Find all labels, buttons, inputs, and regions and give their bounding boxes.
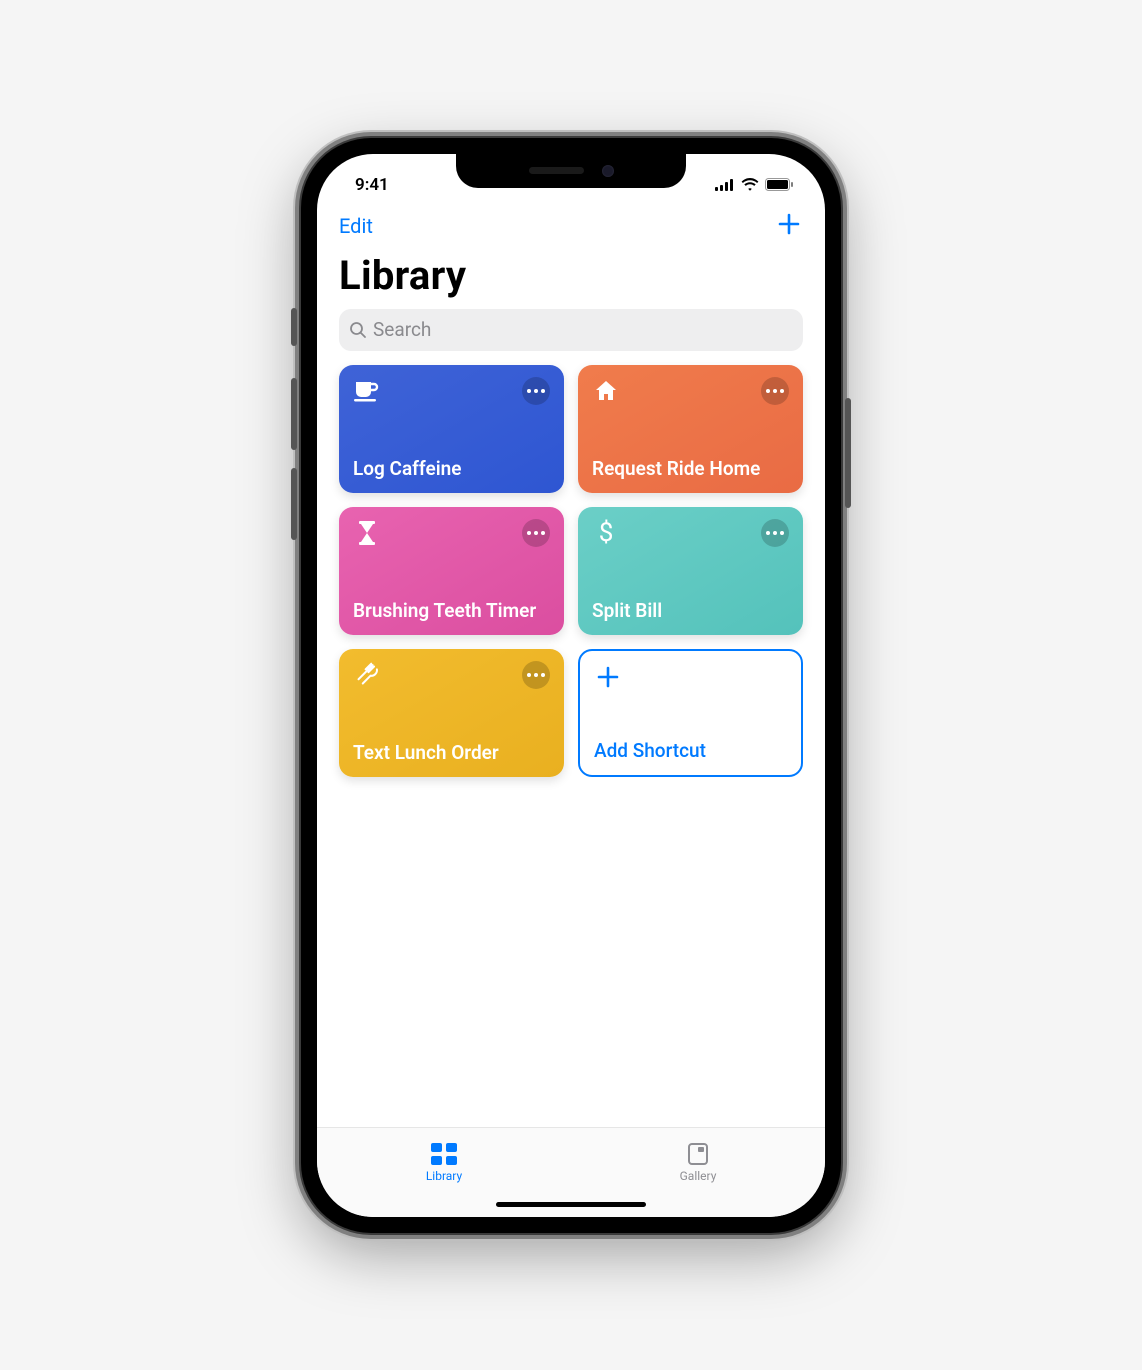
tab-gallery[interactable]: Gallery — [571, 1128, 825, 1197]
wifi-icon — [741, 178, 759, 191]
status-indicators — [715, 178, 797, 191]
volume-down-button — [291, 468, 297, 540]
mute-switch — [291, 308, 297, 346]
cup-icon — [353, 377, 381, 405]
speaker-grille — [529, 167, 584, 174]
battery-icon — [765, 178, 793, 191]
screen: 9:41 — [317, 154, 825, 1217]
power-button — [845, 398, 851, 508]
shortcut-log-caffeine[interactable]: Log Caffeine — [339, 365, 564, 493]
tab-library[interactable]: Library — [317, 1128, 571, 1197]
notch — [456, 154, 686, 188]
add-shortcut-label: Add Shortcut — [594, 740, 787, 762]
shortcut-brushing-teeth-timer[interactable]: Brushing Teeth Timer — [339, 507, 564, 635]
shortcut-more-button[interactable] — [761, 377, 789, 405]
gallery-tab-icon — [686, 1141, 710, 1167]
home-icon — [592, 377, 620, 405]
tab-label: Gallery — [680, 1169, 717, 1183]
shortcut-label: Brushing Teeth Timer — [353, 600, 550, 622]
shortcut-label: Text Lunch Order — [353, 742, 550, 764]
hourglass-icon — [353, 519, 381, 547]
home-indicator[interactable] — [496, 1202, 646, 1207]
cellular-icon — [715, 179, 735, 191]
shortcut-split-bill[interactable]: $ Split Bill — [578, 507, 803, 635]
plus-icon — [775, 210, 803, 238]
page-title: Library — [317, 246, 825, 309]
shortcut-more-button[interactable] — [522, 519, 550, 547]
shortcut-more-button[interactable] — [522, 661, 550, 689]
search-input[interactable]: Search — [339, 309, 803, 351]
shortcut-more-button[interactable] — [761, 519, 789, 547]
tab-label: Library — [426, 1169, 462, 1183]
svg-text:$: $ — [599, 519, 614, 547]
shortcut-label: Split Bill — [592, 600, 789, 622]
search-placeholder: Search — [373, 318, 431, 341]
status-time: 9:41 — [345, 175, 389, 195]
library-tab-icon — [429, 1141, 459, 1167]
shortcuts-grid: Log Caffeine Request Ride Home — [317, 365, 825, 777]
utensils-icon — [353, 661, 381, 689]
shortcut-label: Log Caffeine — [353, 458, 550, 480]
front-camera — [602, 165, 614, 177]
add-button[interactable] — [775, 210, 803, 242]
shortcut-more-button[interactable] — [522, 377, 550, 405]
dollar-icon: $ — [592, 519, 620, 547]
shortcut-text-lunch-order[interactable]: Text Lunch Order — [339, 649, 564, 777]
edit-button[interactable]: Edit — [339, 214, 373, 238]
plus-icon — [594, 663, 622, 691]
device-frame: 9:41 — [301, 138, 841, 1233]
volume-up-button — [291, 378, 297, 450]
nav-bar: Edit — [317, 202, 825, 246]
add-shortcut-card[interactable]: Add Shortcut — [578, 649, 803, 777]
shortcut-label: Request Ride Home — [592, 458, 789, 480]
shortcut-request-ride-home[interactable]: Request Ride Home — [578, 365, 803, 493]
search-icon — [349, 321, 367, 339]
